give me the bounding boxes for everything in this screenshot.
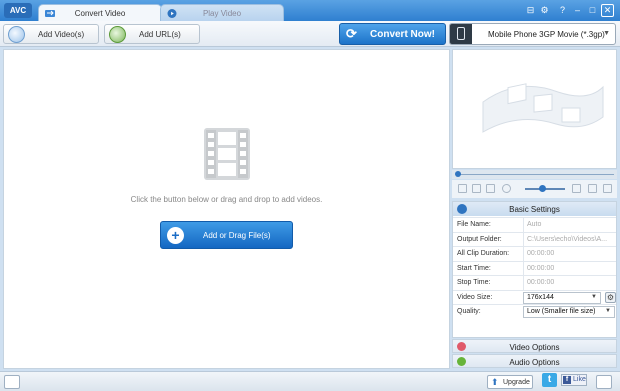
basic-settings-panel: Basic Settings File Name: Auto Output Fo… (452, 201, 617, 338)
film-reel-icon (482, 83, 604, 133)
convert-now-button[interactable]: ⟳ Convert Now! (339, 23, 446, 45)
plus-icon: + (167, 227, 184, 244)
video-preview (452, 49, 617, 169)
film-strip-icon (204, 128, 250, 180)
chevron-down-icon: ▼ (603, 30, 610, 37)
setting-file-name: File Name: Auto (453, 217, 616, 232)
setting-quality: Quality: Low (Smaller file size) ▼ (453, 304, 616, 319)
app-logo: AVC (4, 3, 32, 18)
globe-icon (109, 26, 126, 43)
expand-right-icon[interactable] (596, 375, 612, 389)
output-profile-select[interactable]: Mobile Phone 3GP Movie (*.3gp) ▼ (449, 23, 616, 45)
audio-options-header[interactable]: Audio Options (452, 354, 617, 368)
add-drag-label: Add or Drag File(s) (203, 231, 271, 240)
clip-icon[interactable] (603, 184, 612, 193)
chevron-down-icon: ▼ (605, 308, 611, 314)
add-urls-button[interactable]: Add URL(s) (104, 24, 200, 44)
chevron-down-icon: ▼ (591, 294, 597, 300)
mute-icon[interactable] (502, 184, 511, 193)
start-time-input[interactable]: 00:00:00 (523, 262, 617, 276)
file-name-input[interactable]: Auto (523, 218, 617, 232)
add-or-drag-files-button[interactable]: + Add or Drag File(s) (160, 221, 293, 249)
seek-bar[interactable] (452, 170, 617, 179)
basic-settings-title: Basic Settings (509, 205, 560, 214)
title-bar: AVC Convert Video Play Video ⊟ ⚙ ? – □ ✕ (0, 0, 620, 22)
setting-start-time: Start Time: 00:00:00 (453, 261, 616, 276)
basic-settings-header[interactable]: Basic Settings (453, 202, 616, 216)
status-bar: ⬆ Upgrade (0, 371, 620, 391)
facebook-icon: f (563, 376, 571, 384)
duration-value: 00:00:00 (523, 247, 617, 261)
twitter-icon[interactable]: t (542, 373, 557, 387)
crop-icon[interactable] (572, 184, 581, 193)
help-icon[interactable]: ? (556, 4, 569, 17)
add-video-icon (8, 26, 25, 43)
facebook-like-button[interactable]: f Like (561, 374, 587, 386)
maximize-button[interactable]: □ (586, 4, 599, 17)
tab-label: Convert Video (74, 9, 126, 18)
gear-icon[interactable]: ⚙ (605, 292, 616, 303)
video-size-select[interactable]: 176x144 ▼ (523, 292, 601, 304)
tab-play-video[interactable]: Play Video (160, 4, 284, 22)
arrow-up-icon: ⬆ (491, 377, 499, 387)
quality-select[interactable]: Low (Smaller file size) ▼ (523, 306, 615, 318)
stop-time-input[interactable]: 00:00:00 (523, 276, 617, 290)
output-folder-input[interactable]: C:\Users\echo\Videos\A... (523, 233, 617, 247)
refresh-icon: ⟳ (346, 26, 357, 41)
add-videos-label: Add Video(s) (38, 30, 85, 39)
upgrade-button[interactable]: ⬆ Upgrade (487, 375, 533, 389)
volume-slider[interactable] (525, 185, 565, 192)
toolbar: Add Video(s) Add URL(s) ⟳ Convert Now! M… (0, 21, 620, 47)
convert-now-label: Convert Now! (370, 29, 435, 40)
setting-stop-time: Stop Time: 00:00:00 (453, 275, 616, 290)
profile-label: Mobile Phone 3GP Movie (*.3gp) (488, 30, 605, 39)
snapshot-icon[interactable] (486, 184, 495, 193)
gear-icon[interactable]: ⚙ (538, 4, 551, 17)
stop-icon[interactable] (472, 184, 481, 193)
close-button[interactable]: ✕ (601, 4, 614, 17)
effects-icon[interactable] (588, 184, 597, 193)
setting-all-clip-duration: All Clip Duration: 00:00:00 (453, 246, 616, 261)
tab-label: Play Video (202, 9, 242, 18)
setting-output-folder: Output Folder: C:\Users\echo\Videos\A... (453, 232, 616, 247)
file-drop-area[interactable]: Click the button below or drag and drop … (3, 49, 450, 369)
volume-handle[interactable] (539, 185, 546, 192)
media-icon[interactable]: ⊟ (524, 4, 537, 17)
video-options-header[interactable]: Video Options (452, 339, 617, 353)
drop-hint: Click the button below or drag and drop … (130, 195, 323, 204)
seek-handle[interactable] (455, 171, 461, 177)
add-urls-label: Add URL(s) (139, 30, 181, 39)
setting-video-size: Video Size: 176x144 ▼ ⚙ (453, 290, 616, 305)
collapse-left-icon[interactable] (4, 375, 20, 389)
add-videos-button[interactable]: Add Video(s) (3, 24, 99, 44)
tab-convert-video[interactable]: Convert Video (38, 4, 162, 22)
play-icon[interactable] (458, 184, 467, 193)
phone-icon (450, 24, 472, 44)
minimize-button[interactable]: – (571, 4, 584, 17)
